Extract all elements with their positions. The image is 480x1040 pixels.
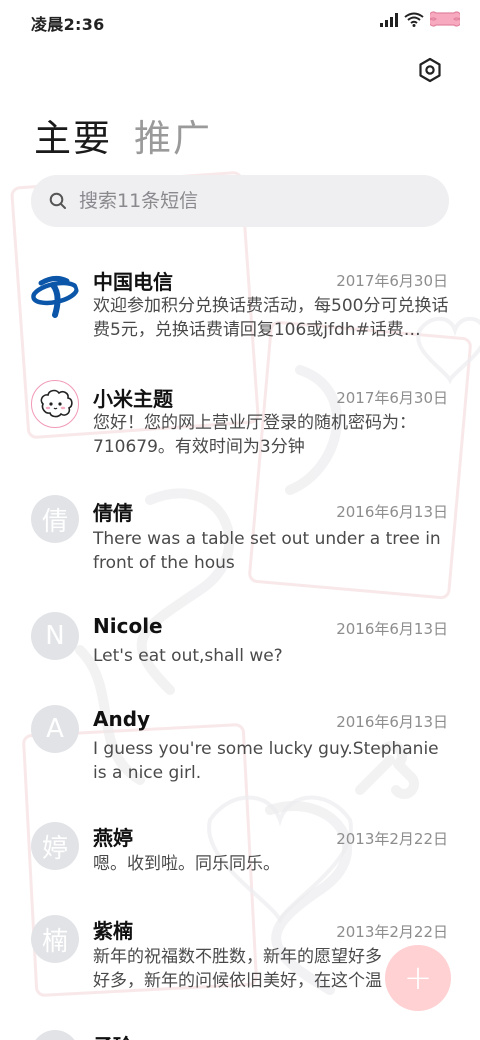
list-item[interactable]: N Nicole 2016年6月13日 Let's eat out,shall … (0, 610, 480, 690)
plus-icon: + (403, 958, 433, 998)
message-preview: 新年的祝福数不胜数，新年的愿望好多好多，新年的问候依旧美好，在这个温馨的时刻 (93, 947, 382, 991)
china-telecom-logo-icon (31, 271, 79, 319)
message-preview: Let's eat out,shall we? (93, 646, 283, 666)
sender-name: 子玲 (93, 1030, 133, 1040)
settings-button[interactable] (414, 54, 446, 86)
sender-name: 小米主题 (93, 387, 173, 411)
signal-icon (380, 12, 398, 27)
sender-name: 紫楠 (93, 919, 133, 943)
message-preview: There was a table set out under a tree i… (93, 529, 441, 573)
list-item[interactable]: 婷 燕婷 2013年2月22日 嗯。收到啦。同乐同乐。 (0, 820, 480, 900)
status-bar: 凌晨2:36 (0, 0, 480, 42)
battery-bone-icon (430, 11, 460, 27)
sender-name: 燕婷 (93, 826, 133, 850)
sender-name: 倩倩 (93, 501, 133, 525)
message-date: 2016年6月13日 (336, 503, 448, 521)
list-item[interactable]: A Andy 2016年6月13日 I guess you're some lu… (0, 703, 480, 803)
contact-avatar: A (31, 705, 79, 753)
tab-promotions[interactable]: 推广 (134, 108, 212, 162)
status-time: 凌晨2:36 (31, 15, 105, 34)
contact-avatar: 婷 (31, 822, 79, 870)
message-preview: 嗯。收到啦。同乐同乐。 (93, 854, 280, 874)
wifi-icon (404, 12, 424, 27)
search-icon (49, 192, 66, 209)
settings-hexagon-icon (419, 57, 441, 83)
cartoon-sheep-avatar (31, 380, 79, 428)
sender-name: Andy (93, 707, 151, 731)
message-date: 2017年6月30日 (336, 389, 448, 407)
sender-name: 中国电信 (93, 270, 173, 294)
new-message-button[interactable]: + (385, 945, 451, 1011)
message-date: 2016年6月13日 (336, 713, 448, 731)
tab-primary[interactable]: 主要 (34, 108, 112, 162)
contact-avatar: 倩 (31, 495, 79, 543)
list-item[interactable]: 玲 子玲 (0, 1028, 480, 1040)
message-preview: I guess you're some lucky guy.Stephanie … (93, 739, 439, 783)
list-item[interactable]: 小米主题 2017年6月30日 您好！您的网上营业厅登录的随机密码为：71067… (0, 373, 480, 473)
message-date: 2013年2月22日 (336, 923, 448, 941)
contact-avatar: 玲 (31, 1030, 79, 1040)
message-date: 2016年6月13日 (336, 620, 448, 638)
message-date: 2013年2月22日 (336, 830, 448, 848)
messages-screen: 凌晨2:36 主要 推广 搜索11条短信 中国电信 2017年6月30日 欢迎参… (0, 0, 480, 1040)
list-item[interactable]: 倩 倩倩 2016年6月13日 There was a table set ou… (0, 493, 480, 593)
contact-avatar: N (31, 612, 79, 660)
sheep-icon (40, 389, 73, 418)
sender-name: Nicole (93, 614, 163, 638)
message-date: 2017年6月30日 (336, 272, 448, 290)
search-input[interactable] (79, 190, 399, 212)
contact-avatar: 楠 (31, 915, 79, 963)
message-preview: 欢迎参加积分兑换话费活动，每500分可兑换话费5元，兑换话费请回复106或jfd… (93, 296, 449, 340)
message-preview: 您好！您的网上营业厅登录的随机密码为：710679。有效时间为3分钟 (93, 413, 416, 457)
status-icons (380, 11, 460, 28)
category-tabs: 主要 推广 (34, 108, 212, 162)
search-bar[interactable] (31, 175, 449, 227)
list-item[interactable]: 中国电信 2017年6月30日 欢迎参加积分兑换话费活动，每500分可兑换话费5… (0, 258, 480, 358)
